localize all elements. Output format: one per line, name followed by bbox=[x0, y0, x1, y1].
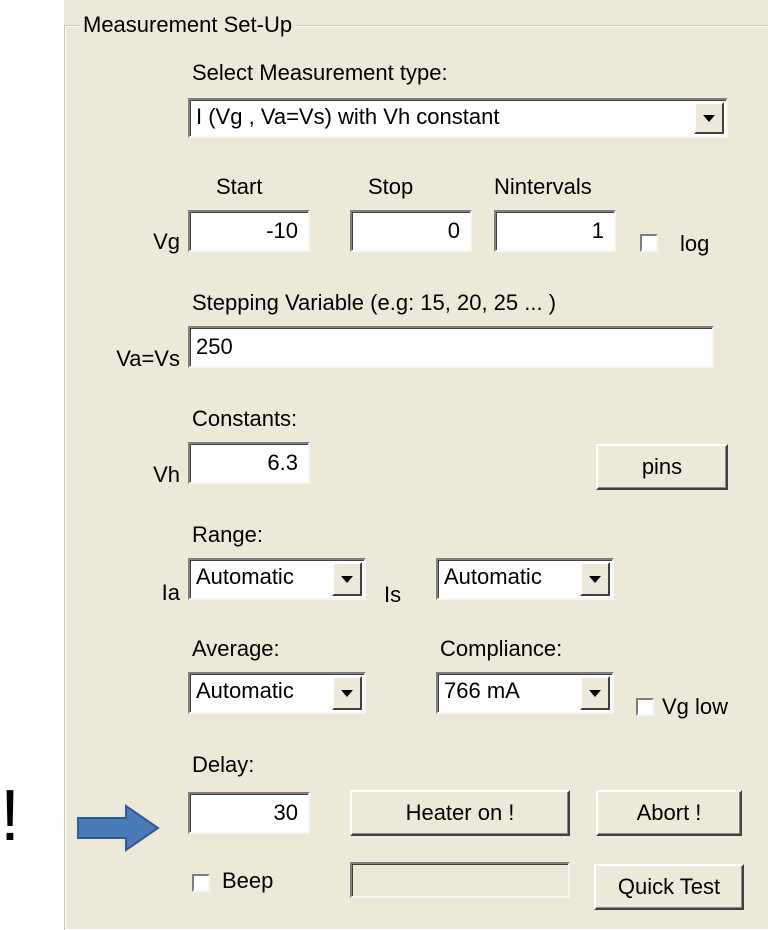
vh-input[interactable]: 6.3 bbox=[188, 442, 310, 484]
stop-column-label: Stop bbox=[368, 174, 414, 199]
va-vs-row-label: Va=Vs bbox=[116, 346, 180, 371]
vg-stop-input[interactable]: 0 bbox=[350, 210, 472, 252]
dropdown-arrow-icon[interactable] bbox=[332, 676, 362, 710]
stepping-variable-input[interactable]: 250 bbox=[188, 326, 714, 368]
average-label: Average: bbox=[192, 636, 280, 661]
is-range-value: Automatic bbox=[444, 564, 542, 589]
measurement-type-select[interactable]: I (Vg , Va=Vs) with Vh constant bbox=[188, 98, 728, 138]
delay-label: Delay: bbox=[192, 752, 255, 777]
ia-row-label: Ia bbox=[161, 580, 180, 605]
range-label: Range: bbox=[192, 522, 263, 547]
log-checkbox[interactable] bbox=[640, 234, 658, 252]
stepping-variable-label: Stepping Variable (e.g: 15, 20, 25 ... ) bbox=[192, 290, 557, 315]
ia-range-select[interactable]: Automatic bbox=[188, 558, 366, 600]
right-arrow-icon bbox=[77, 804, 160, 852]
vg-row-label: Vg bbox=[153, 229, 180, 254]
dropdown-arrow-icon[interactable] bbox=[580, 562, 610, 596]
compliance-select[interactable]: 766 mA bbox=[436, 672, 614, 714]
is-range-select[interactable]: Automatic bbox=[436, 558, 614, 600]
average-value: Automatic bbox=[196, 678, 294, 703]
vh-row-label: Vh bbox=[153, 462, 180, 487]
quick-test-button[interactable]: Quick Test bbox=[594, 864, 744, 910]
exclamation-mark: ! bbox=[0, 776, 21, 856]
abort-button[interactable]: Abort ! bbox=[596, 790, 742, 836]
status-field bbox=[350, 862, 570, 898]
dropdown-arrow-icon[interactable] bbox=[580, 676, 610, 710]
measurement-type-label: Select Measurement type: bbox=[192, 60, 448, 85]
ia-range-value: Automatic bbox=[196, 564, 294, 589]
dropdown-arrow-icon[interactable] bbox=[332, 562, 362, 596]
delay-input[interactable]: 30 bbox=[188, 792, 310, 834]
measurement-type-value: I (Vg , Va=Vs) with Vh constant bbox=[196, 104, 500, 129]
beep-checkbox[interactable] bbox=[192, 874, 210, 892]
groupbox-title: Measurement Set-Up bbox=[80, 12, 296, 38]
constants-label: Constants: bbox=[192, 406, 298, 431]
pins-button[interactable]: pins bbox=[596, 444, 728, 490]
vg-start-input[interactable]: -10 bbox=[188, 210, 310, 252]
heater-on-button[interactable]: Heater on ! bbox=[350, 790, 570, 836]
nintervals-column-label: Nintervals bbox=[494, 174, 592, 199]
compliance-label: Compliance: bbox=[440, 636, 563, 661]
beep-label: Beep bbox=[222, 868, 274, 893]
compliance-value: 766 mA bbox=[444, 678, 520, 703]
is-row-label: Is bbox=[384, 582, 402, 607]
vg-low-checkbox[interactable] bbox=[636, 698, 654, 716]
dropdown-arrow-icon[interactable] bbox=[694, 102, 724, 134]
log-label: log bbox=[680, 231, 710, 256]
average-select[interactable]: Automatic bbox=[188, 672, 366, 714]
vg-low-label: Vg low bbox=[662, 694, 729, 719]
vg-nintervals-input[interactable]: 1 bbox=[494, 210, 616, 252]
start-column-label: Start bbox=[216, 174, 263, 199]
